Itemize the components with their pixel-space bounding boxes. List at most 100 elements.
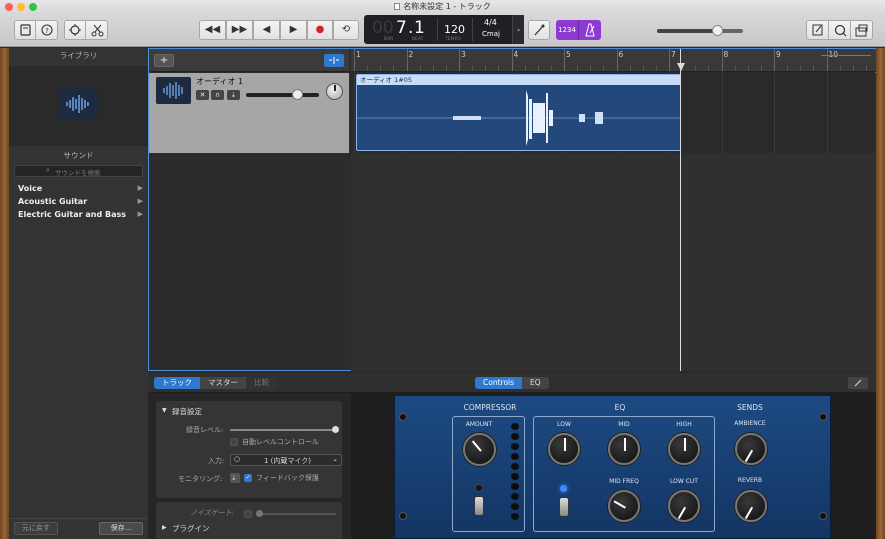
sound-search-field[interactable]: ⌕ サウンドを検索 — [14, 165, 143, 177]
eq-mid-knob[interactable] — [608, 433, 640, 465]
tuner-button[interactable] — [528, 20, 550, 40]
auto-level-checkbox[interactable] — [230, 438, 238, 446]
ruler-minor-tick — [760, 65, 762, 71]
cycle-button[interactable]: ⟲ — [333, 20, 359, 40]
noise-gate-knob[interactable] — [256, 510, 263, 517]
zoom-window-button[interactable] — [29, 3, 37, 11]
tab-compare[interactable]: 比較 — [246, 377, 277, 389]
tracks-area: + オーディオ 1 ✕ ∩ ⇣ 1 2 3 4 5 6 7 8 9 10 オーディオ 1#05 — [148, 48, 876, 371]
ruler-minor-tick — [813, 65, 815, 71]
master-volume-slider[interactable] — [657, 25, 743, 36]
window-title: 名称未設定 1 - トラック — [403, 2, 491, 11]
ruler-cycle-region[interactable] — [821, 55, 871, 61]
track-pan-knob[interactable] — [326, 83, 343, 100]
eq-low-knob[interactable] — [548, 433, 580, 465]
ruler-minor-tick — [695, 65, 697, 71]
editor-button[interactable] — [87, 21, 108, 39]
recording-level-knob[interactable] — [332, 426, 339, 433]
disclosure-open-icon[interactable]: ▼ — [162, 407, 167, 414]
sound-list-item[interactable]: Acoustic Guitar ▶ — [9, 195, 148, 208]
record-enable-button[interactable]: ⇣ — [227, 90, 240, 100]
master-volume-knob[interactable] — [711, 25, 723, 36]
record-button[interactable]: ● — [307, 20, 333, 40]
ruler-tick — [511, 49, 513, 71]
catch-playhead-button[interactable] — [324, 54, 344, 67]
smart-controls-button[interactable] — [65, 21, 86, 39]
left-window-edge — [0, 48, 9, 539]
mid-freq-knob[interactable] — [608, 490, 640, 522]
recording-level-slider[interactable] — [230, 426, 339, 433]
feedback-checkbox[interactable]: ✓ — [244, 474, 252, 482]
edit-plugin-button[interactable] — [848, 377, 868, 389]
help-button[interactable]: ? — [37, 21, 58, 39]
monitoring-icon: ⇣ — [231, 474, 237, 482]
disclosure-closed-icon[interactable]: ▶ — [162, 524, 167, 531]
document-icon — [394, 3, 401, 10]
tab-track[interactable]: トラック — [154, 377, 200, 389]
meter-led — [511, 443, 519, 450]
noise-gate-slider[interactable] — [256, 510, 336, 517]
minimize-window-button[interactable] — [17, 3, 25, 11]
ruler-tick — [616, 49, 618, 71]
loop-browser-button[interactable] — [829, 21, 851, 39]
revert-button[interactable]: 元に戻す — [14, 522, 58, 535]
reverb-knob[interactable] — [735, 490, 767, 522]
reverb-indicator — [744, 507, 753, 520]
sound-list-item[interactable]: Voice ▶ — [9, 182, 148, 195]
ruler-minor-tick — [550, 65, 552, 71]
noise-gate-checkbox[interactable] — [244, 510, 252, 518]
library-icon — [20, 24, 31, 36]
media-browser-button[interactable] — [851, 21, 873, 39]
record-enable-icon: ⇣ — [230, 91, 237, 99]
tab-eq[interactable]: EQ — [522, 377, 549, 389]
lcd-mode-chevron-icon[interactable]: ⌄ — [512, 15, 524, 44]
ruler-minor-tick — [590, 65, 592, 71]
low-cut-knob[interactable] — [668, 490, 700, 522]
tab-master[interactable]: マスター — [200, 377, 246, 389]
rewind-button[interactable]: ◀◀ — [199, 20, 226, 40]
playhead-line[interactable] — [680, 49, 681, 371]
mute-button[interactable]: ✕ — [196, 90, 209, 100]
lcd-display[interactable]: 00 7 . 1 BAR BEAT 120 TEMPO 4/4 Cmaj ⌄ — [364, 15, 524, 44]
ambience-knob[interactable] — [735, 433, 767, 465]
input-label: 入力: — [208, 457, 225, 465]
go-to-start-button[interactable]: ◀ — [253, 20, 280, 40]
audio-region[interactable]: オーディオ 1#05 — [356, 74, 681, 151]
solo-button[interactable]: ∩ — [211, 90, 224, 100]
lcd-tempo-label: TEMPO — [445, 37, 461, 42]
save-button[interactable]: 保存... — [99, 522, 143, 535]
track-volume-knob[interactable] — [291, 89, 303, 100]
eq-mid-indicator — [624, 438, 626, 451]
input-select[interactable]: ○ 1 (内蔵マイク) ⌄ — [230, 454, 342, 466]
master-volume-fill — [657, 29, 718, 33]
meter-led — [511, 493, 519, 500]
notepad-button[interactable] — [807, 21, 829, 39]
ruler-minor-tick — [380, 65, 382, 71]
close-window-button[interactable] — [5, 3, 13, 11]
sound-list-item[interactable]: Electric Guitar and Bass ▶ — [9, 208, 148, 221]
plugins-title: プラグイン — [172, 524, 210, 533]
count-in-button[interactable]: 1234 — [556, 20, 579, 40]
eq-high-knob[interactable] — [668, 433, 700, 465]
notepad-icon — [812, 24, 823, 36]
track-header-audio-1[interactable]: オーディオ 1 ✕ ∩ ⇣ — [149, 73, 349, 153]
compressor-led — [475, 484, 483, 492]
playhead-icon[interactable] — [677, 63, 685, 71]
metronome-button[interactable] — [579, 20, 601, 40]
track-name[interactable]: オーディオ 1 — [196, 76, 243, 87]
forward-button[interactable]: ▶▶ — [226, 20, 253, 40]
view-tabs: Controls EQ — [475, 377, 549, 389]
library-button[interactable] — [15, 21, 36, 39]
grid-line — [826, 73, 828, 153]
monitoring-button[interactable]: ⇣ — [230, 473, 240, 483]
track-volume-slider[interactable] — [246, 89, 319, 100]
play-button[interactable]: ▶ — [280, 20, 307, 40]
smart-controls-icon — [69, 24, 81, 36]
compressor-toggle-switch[interactable] — [474, 496, 484, 516]
library-sidebar: ライブラリ サウンド ⌕ サウンドを検索 Voice ▶ Acoustic Guit… — [9, 48, 148, 539]
amount-knob[interactable] — [463, 433, 496, 466]
tab-controls[interactable]: Controls — [475, 377, 523, 389]
timeline-ruler[interactable]: 1 2 3 4 5 6 7 8 9 10 — [351, 49, 876, 72]
add-track-button[interactable]: + — [154, 54, 174, 67]
eq-toggle-switch[interactable] — [559, 497, 569, 517]
